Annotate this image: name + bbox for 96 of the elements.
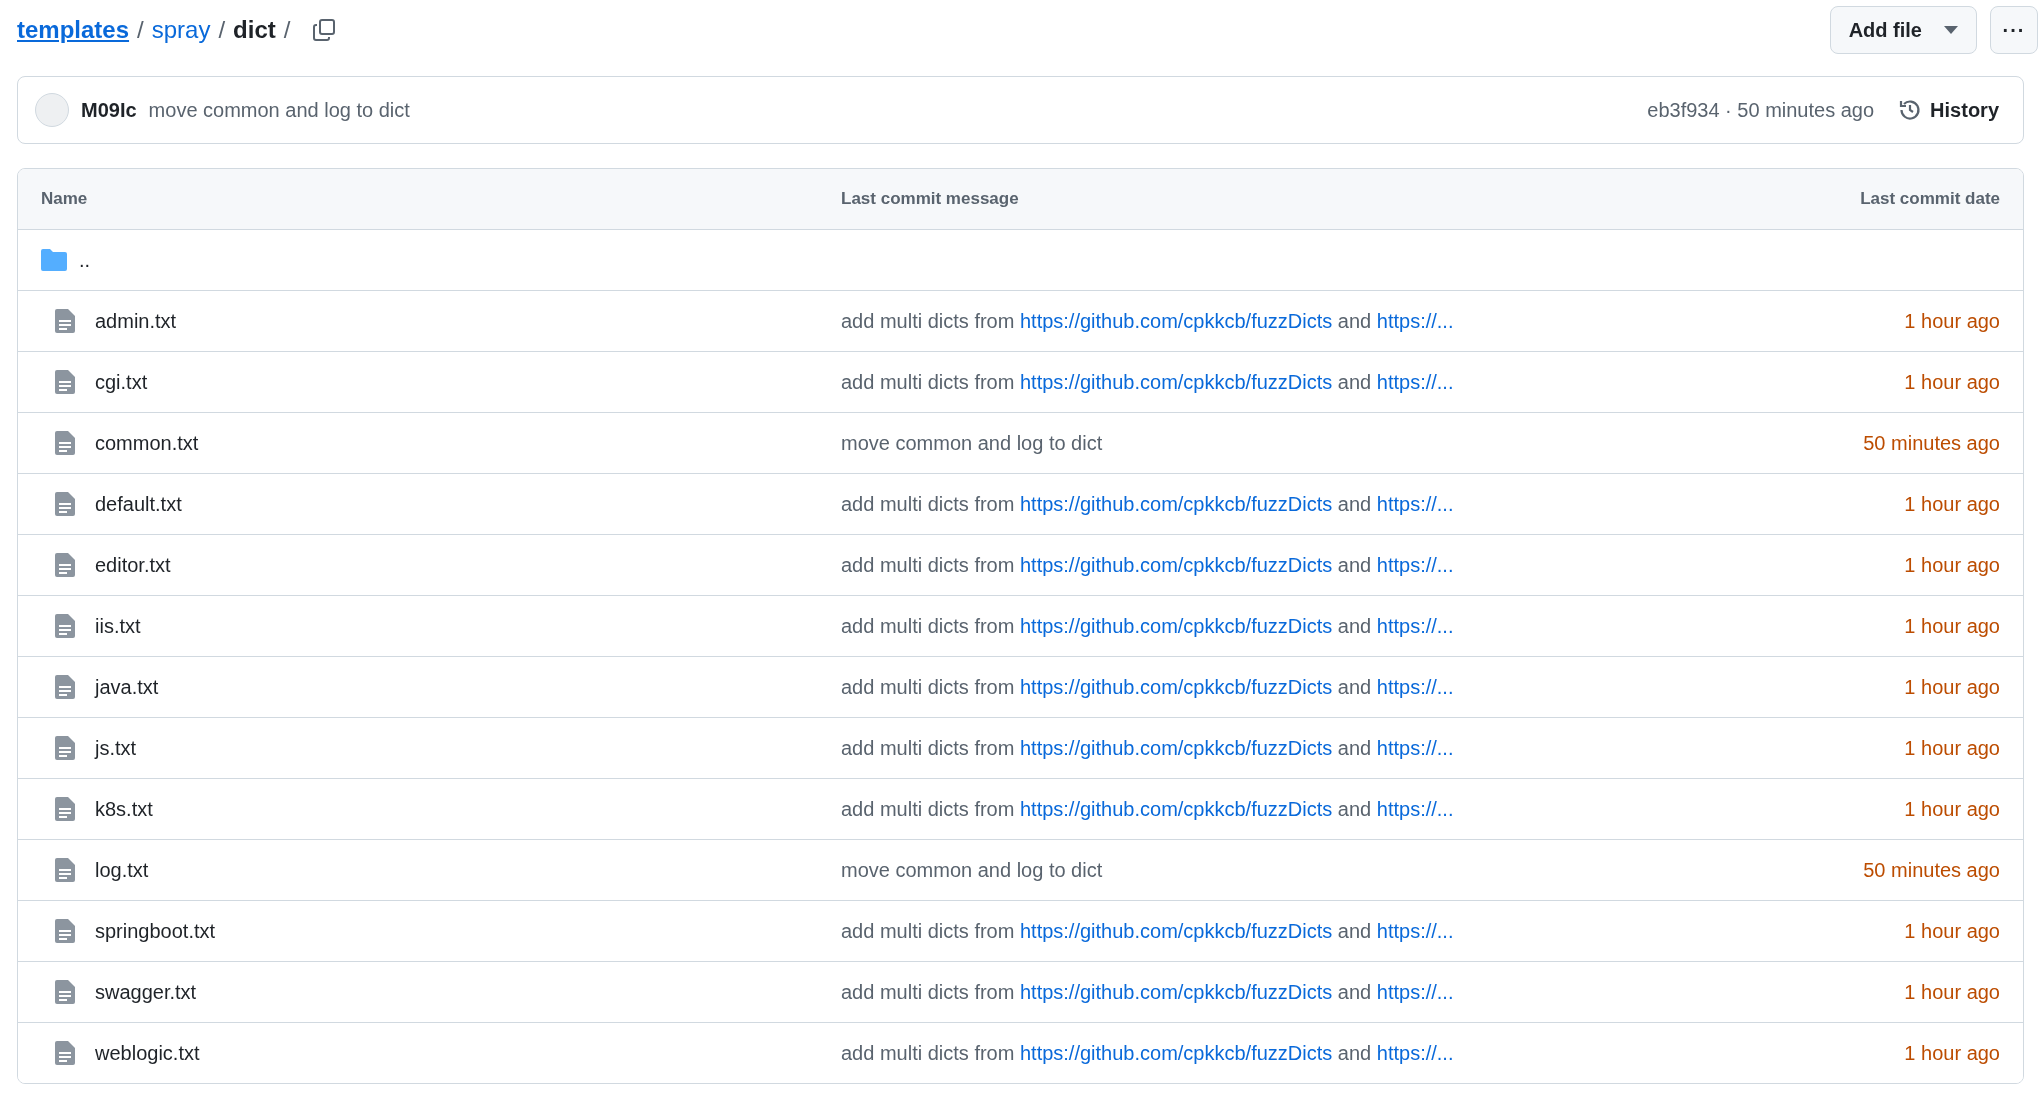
commit-message[interactable]: add multi dicts from https://github.com/cpkkcb/fuzzDicts and https://... — [841, 309, 1700, 333]
copy-icon[interactable] — [312, 18, 337, 42]
commit-link[interactable]: https://... — [1376, 370, 1454, 393]
file-icon — [55, 370, 75, 394]
commit-message[interactable]: add multi dicts from https://github.com/cpkkcb/fuzzDicts and https://... — [841, 553, 1700, 577]
commit-date: 1 hour ago — [1904, 919, 2000, 943]
breadcrumb-link[interactable]: dict — [233, 16, 276, 44]
commit-link[interactable]: https://... — [1376, 492, 1454, 515]
path-separator: / — [137, 16, 144, 44]
file-name[interactable]: cgi.txt — [95, 370, 148, 394]
file-name[interactable]: admin.txt — [95, 309, 177, 333]
commit-link[interactable]: https://... — [1376, 1041, 1454, 1064]
parent-directory-link[interactable]: .. — [79, 248, 91, 272]
commit-message[interactable]: add multi dicts from https://github.com/cpkkcb/fuzzDicts and https://... — [841, 492, 1700, 516]
column-header: Last commit date — [1860, 189, 2000, 209]
commit-link[interactable]: https://... — [1376, 980, 1454, 1003]
commit-date: 1 hour ago — [1904, 980, 2000, 1004]
commit-link[interactable]: https://github.com/cpkkcb/fuzzDicts — [1019, 675, 1333, 698]
commit-link[interactable]: https://github.com/cpkkcb/fuzzDicts — [1019, 553, 1333, 576]
file-icon — [55, 797, 75, 821]
commit-message[interactable]: move common and log to dict — [148, 98, 1648, 122]
commit-message[interactable]: add multi dicts from https://github.com/cpkkcb/fuzzDicts and https://... — [841, 614, 1700, 638]
caret-icon — [1944, 26, 1958, 34]
commit-link[interactable]: https://github.com/cpkkcb/fuzzDicts — [1019, 980, 1333, 1003]
commit-message[interactable]: add multi dicts from https://github.com/cpkkcb/fuzzDicts and https://... — [841, 675, 1700, 699]
avatar — [35, 93, 69, 127]
file-icon — [55, 614, 75, 638]
path-separator: / — [283, 16, 291, 44]
file-name[interactable]: k8s.txt — [95, 797, 153, 821]
commit-date: 50 minutes ago — [1863, 431, 2000, 455]
commit-date: 1 hour ago — [1904, 736, 2000, 760]
commit-link[interactable]: https://... — [1376, 614, 1454, 637]
commit-message[interactable]: add multi dicts from https://github.com/cpkkcb/fuzzDicts and https://... — [841, 980, 1700, 1004]
file-icon — [55, 309, 75, 333]
commit-link[interactable]: https://... — [1376, 309, 1454, 332]
file-icon — [55, 492, 75, 516]
file-name[interactable]: springboot.txt — [95, 919, 216, 943]
commit-link[interactable]: https://github.com/cpkkcb/fuzzDicts — [1019, 309, 1333, 332]
file-name[interactable]: iis.txt — [95, 614, 141, 638]
file-name[interactable]: swagger.txt — [95, 980, 197, 1004]
history-label: History — [1930, 98, 1999, 122]
file-icon — [55, 431, 75, 455]
file-name[interactable]: editor.txt — [95, 553, 171, 577]
file-name[interactable]: default.txt — [95, 492, 182, 516]
history-link[interactable]: History — [1898, 98, 1999, 122]
commit-date: 1 hour ago — [1904, 309, 2000, 333]
commit-meta: eb3f934 · 50 minutes ago — [1647, 98, 1875, 122]
commit-link[interactable]: https://github.com/cpkkcb/fuzzDicts — [1019, 492, 1333, 515]
commit-message[interactable]: add multi dicts from https://github.com/cpkkcb/fuzzDicts and https://... — [841, 1041, 1700, 1065]
file-icon — [55, 980, 75, 1004]
commit-link[interactable]: https://... — [1376, 797, 1454, 820]
commit-link[interactable]: https://github.com/cpkkcb/fuzzDicts — [1019, 736, 1333, 759]
breadcrumb-link[interactable]: templates — [17, 16, 130, 44]
commit-date: 1 hour ago — [1904, 614, 2000, 638]
file-name[interactable]: log.txt — [95, 858, 149, 882]
commit-link[interactable]: https://... — [1376, 919, 1454, 942]
commit-link[interactable]: https://... — [1376, 675, 1454, 698]
file-icon — [55, 858, 75, 882]
commit-link[interactable]: https://github.com/cpkkcb/fuzzDicts — [1019, 614, 1333, 637]
commit-date: 1 hour ago — [1904, 370, 2000, 394]
commit-link[interactable]: https://... — [1376, 553, 1454, 576]
file-name[interactable]: weblogic.txt — [95, 1041, 200, 1065]
commit-message[interactable]: add multi dicts from https://github.com/cpkkcb/fuzzDicts and https://... — [841, 736, 1700, 760]
more-options-button[interactable]: ··· — [1990, 6, 2038, 54]
column-header: Last commit message — [841, 189, 1019, 209]
commit-link[interactable]: https://github.com/cpkkcb/fuzzDicts — [1019, 797, 1333, 820]
file-name[interactable]: js.txt — [95, 736, 137, 760]
breadcrumb-link[interactable]: spray — [151, 16, 211, 44]
commit-link[interactable]: https://github.com/cpkkcb/fuzzDicts — [1019, 919, 1333, 942]
commit-date: 1 hour ago — [1904, 1041, 2000, 1065]
commit-message[interactable]: add multi dicts from https://github.com/cpkkcb/fuzzDicts and https://... — [841, 919, 1700, 943]
commit-date: 50 minutes ago — [1863, 858, 2000, 882]
commit-message[interactable]: move common and log to dict — [841, 858, 1700, 882]
column-header: Name — [41, 189, 88, 209]
commit-date: 1 hour ago — [1904, 797, 2000, 821]
commit-message[interactable]: add multi dicts from https://github.com/cpkkcb/fuzzDicts and https://... — [841, 797, 1700, 821]
commit-date: 1 hour ago — [1904, 553, 2000, 577]
file-icon — [55, 1041, 75, 1065]
file-icon — [55, 553, 75, 577]
commit-author[interactable]: M09Ic — [81, 98, 137, 122]
commit-date: 1 hour ago — [1904, 675, 2000, 699]
commit-message[interactable]: add multi dicts from https://github.com/cpkkcb/fuzzDicts and https://... — [841, 370, 1700, 394]
file-name[interactable]: java.txt — [95, 675, 159, 699]
path-separator: / — [218, 16, 226, 44]
commit-message[interactable]: move common and log to dict — [841, 431, 1700, 455]
add-file-button[interactable]: Add file — [1829, 6, 1977, 54]
file-icon — [55, 736, 75, 760]
commit-link[interactable]: https://github.com/cpkkcb/fuzzDicts — [1019, 370, 1333, 393]
commit-date: 1 hour ago — [1904, 492, 2000, 516]
file-name[interactable]: common.txt — [95, 431, 199, 455]
commit-link[interactable]: https://github.com/cpkkcb/fuzzDicts — [1019, 1041, 1333, 1064]
folder-icon — [41, 249, 67, 271]
file-icon — [55, 675, 75, 699]
file-icon — [55, 919, 75, 943]
commit-link[interactable]: https://... — [1376, 736, 1454, 759]
history-icon — [1898, 98, 1923, 122]
